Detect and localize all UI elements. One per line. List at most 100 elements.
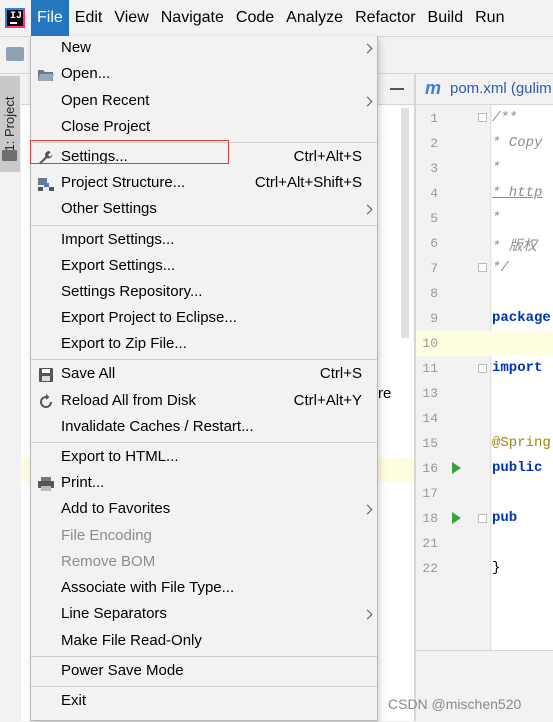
menu-item-label: Associate with File Type... bbox=[61, 579, 235, 596]
project-scrollbar[interactable] bbox=[401, 108, 409, 338]
line-number: 15 bbox=[422, 436, 438, 451]
menu-item-print[interactable]: Print... bbox=[31, 471, 377, 497]
menu-separator bbox=[31, 359, 377, 360]
code-line: pub bbox=[492, 510, 518, 526]
menu-analyze[interactable]: Analyze bbox=[280, 0, 349, 36]
file-menu-dropdown: New Open... Open Recent Close Project Se… bbox=[30, 36, 378, 721]
tree-text-fragment: re bbox=[378, 385, 392, 402]
chevron-right-icon bbox=[362, 204, 373, 215]
settings-highlight-box bbox=[30, 140, 229, 164]
menu-item-save-all[interactable]: Save All Ctrl+S bbox=[31, 362, 377, 388]
menu-item-open-recent[interactable]: Open Recent bbox=[31, 89, 377, 115]
menu-refactor[interactable]: Refactor bbox=[349, 0, 421, 36]
menu-item-export-html[interactable]: Export to HTML... bbox=[31, 445, 377, 471]
code-line: @Spring bbox=[492, 435, 551, 451]
menu-item-import-settings[interactable]: Import Settings... bbox=[31, 228, 377, 254]
menu-item-reload[interactable]: Reload All from Disk Ctrl+Alt+Y bbox=[31, 389, 377, 415]
menu-item-label: Line Separators bbox=[61, 605, 167, 622]
line-number: 8 bbox=[430, 286, 438, 301]
menu-item-label: Save All bbox=[61, 365, 116, 382]
folder-open-icon bbox=[38, 70, 54, 81]
menu-item-close-project[interactable]: Close Project bbox=[31, 115, 377, 141]
menu-item-new[interactable]: New bbox=[31, 36, 377, 62]
menu-run[interactable]: Run bbox=[469, 0, 510, 36]
menu-item-associate-file-type[interactable]: Associate with File Type... bbox=[31, 576, 377, 602]
project-folder-icon[interactable] bbox=[6, 47, 24, 61]
menu-item-label: Other Settings bbox=[61, 200, 157, 217]
menu-item-label: New bbox=[61, 39, 92, 56]
chevron-right-icon bbox=[362, 609, 373, 620]
menu-item-other-settings[interactable]: Other Settings bbox=[31, 197, 377, 223]
menu-item-label: Export to Zip File... bbox=[61, 335, 187, 352]
menu-item-label: Invalidate Caches / Restart... bbox=[61, 418, 254, 435]
menu-item-line-separators[interactable]: Line Separators bbox=[31, 602, 377, 628]
line-number: 17 bbox=[422, 486, 438, 501]
menu-item-project-structure[interactable]: Project Structure... Ctrl+Alt+Shift+S bbox=[31, 171, 377, 197]
code-line: * Copy bbox=[492, 135, 543, 151]
folder-icon[interactable] bbox=[2, 150, 17, 161]
line-number: 5 bbox=[430, 211, 438, 226]
project-structure-icon bbox=[38, 178, 54, 191]
line-number: 13 bbox=[422, 386, 438, 401]
fold-icon[interactable] bbox=[478, 113, 487, 122]
fold-icon[interactable] bbox=[478, 263, 487, 272]
menu-item-label: Add to Favorites bbox=[61, 500, 171, 517]
fold-icon[interactable] bbox=[478, 364, 487, 373]
menu-item-power-save[interactable]: Power Save Mode bbox=[31, 659, 377, 685]
code-line: * bbox=[492, 160, 501, 176]
line-number: 7 bbox=[430, 261, 438, 276]
line-number: 4 bbox=[430, 186, 438, 201]
menu-file[interactable]: File bbox=[31, 0, 69, 36]
menu-item-label: Print... bbox=[61, 474, 105, 491]
menu-item-exit[interactable]: Exit bbox=[31, 689, 377, 715]
code-line: * http bbox=[492, 185, 543, 201]
menu-item-label: Open... bbox=[61, 65, 111, 82]
menu-code[interactable]: Code bbox=[230, 0, 280, 36]
menu-item-export-eclipse[interactable]: Export Project to Eclipse... bbox=[31, 306, 377, 332]
menu-item-remove-bom: Remove BOM bbox=[31, 550, 377, 576]
menu-item-label: Export Project to Eclipse... bbox=[61, 309, 237, 326]
code-line: * bbox=[492, 210, 501, 226]
menu-item-export-settings[interactable]: Export Settings... bbox=[31, 254, 377, 280]
menu-view[interactable]: View bbox=[108, 0, 154, 36]
line-number: 6 bbox=[430, 236, 438, 251]
menu-item-open[interactable]: Open... bbox=[31, 62, 377, 88]
editor-tab-pom[interactable]: pom.xml (gulim bbox=[450, 80, 552, 97]
menu-item-label: Close Project bbox=[61, 118, 151, 135]
menu-separator bbox=[31, 225, 377, 226]
menu-edit[interactable]: Edit bbox=[69, 0, 109, 36]
line-number: 2 bbox=[430, 136, 438, 151]
code-line: * 版权 bbox=[492, 239, 537, 255]
maven-icon: m bbox=[425, 78, 442, 98]
code-line: public bbox=[492, 460, 543, 476]
run-gutter-icon[interactable] bbox=[452, 462, 461, 474]
line-number: 1 bbox=[430, 111, 438, 126]
code-line: */ bbox=[492, 260, 509, 276]
line-number: 22 bbox=[422, 561, 438, 576]
code-line: /** bbox=[492, 110, 518, 126]
menu-separator bbox=[31, 686, 377, 687]
menu-item-make-read-only[interactable]: Make File Read-Only bbox=[31, 629, 377, 655]
menu-item-label: Make File Read-Only bbox=[61, 632, 202, 649]
collapse-icon[interactable] bbox=[390, 88, 404, 90]
menu-separator bbox=[31, 442, 377, 443]
menu-item-export-zip[interactable]: Export to Zip File... bbox=[31, 332, 377, 358]
code-line: package bbox=[492, 310, 551, 326]
menu-item-label: Project Structure... bbox=[61, 174, 186, 191]
menu-shortcut: Ctrl+Alt+Y bbox=[293, 392, 362, 409]
run-gutter-icon[interactable] bbox=[452, 512, 461, 524]
menu-item-settings-repository[interactable]: Settings Repository... bbox=[31, 280, 377, 306]
menu-build[interactable]: Build bbox=[422, 0, 470, 36]
menu-item-label: Power Save Mode bbox=[61, 662, 184, 679]
menu-item-label: Settings Repository... bbox=[61, 283, 203, 300]
menu-item-label: Reload All from Disk bbox=[61, 392, 197, 409]
fold-icon[interactable] bbox=[478, 514, 487, 523]
chevron-right-icon bbox=[362, 43, 373, 54]
menu-item-invalidate-caches[interactable]: Invalidate Caches / Restart... bbox=[31, 415, 377, 441]
menu-item-label: Remove BOM bbox=[61, 553, 156, 570]
reload-icon bbox=[40, 394, 52, 408]
menu-item-label: Import Settings... bbox=[61, 231, 175, 248]
menu-item-label: Export Settings... bbox=[61, 257, 176, 274]
menu-item-add-favorites[interactable]: Add to Favorites bbox=[31, 497, 377, 523]
menu-navigate[interactable]: Navigate bbox=[155, 0, 230, 36]
